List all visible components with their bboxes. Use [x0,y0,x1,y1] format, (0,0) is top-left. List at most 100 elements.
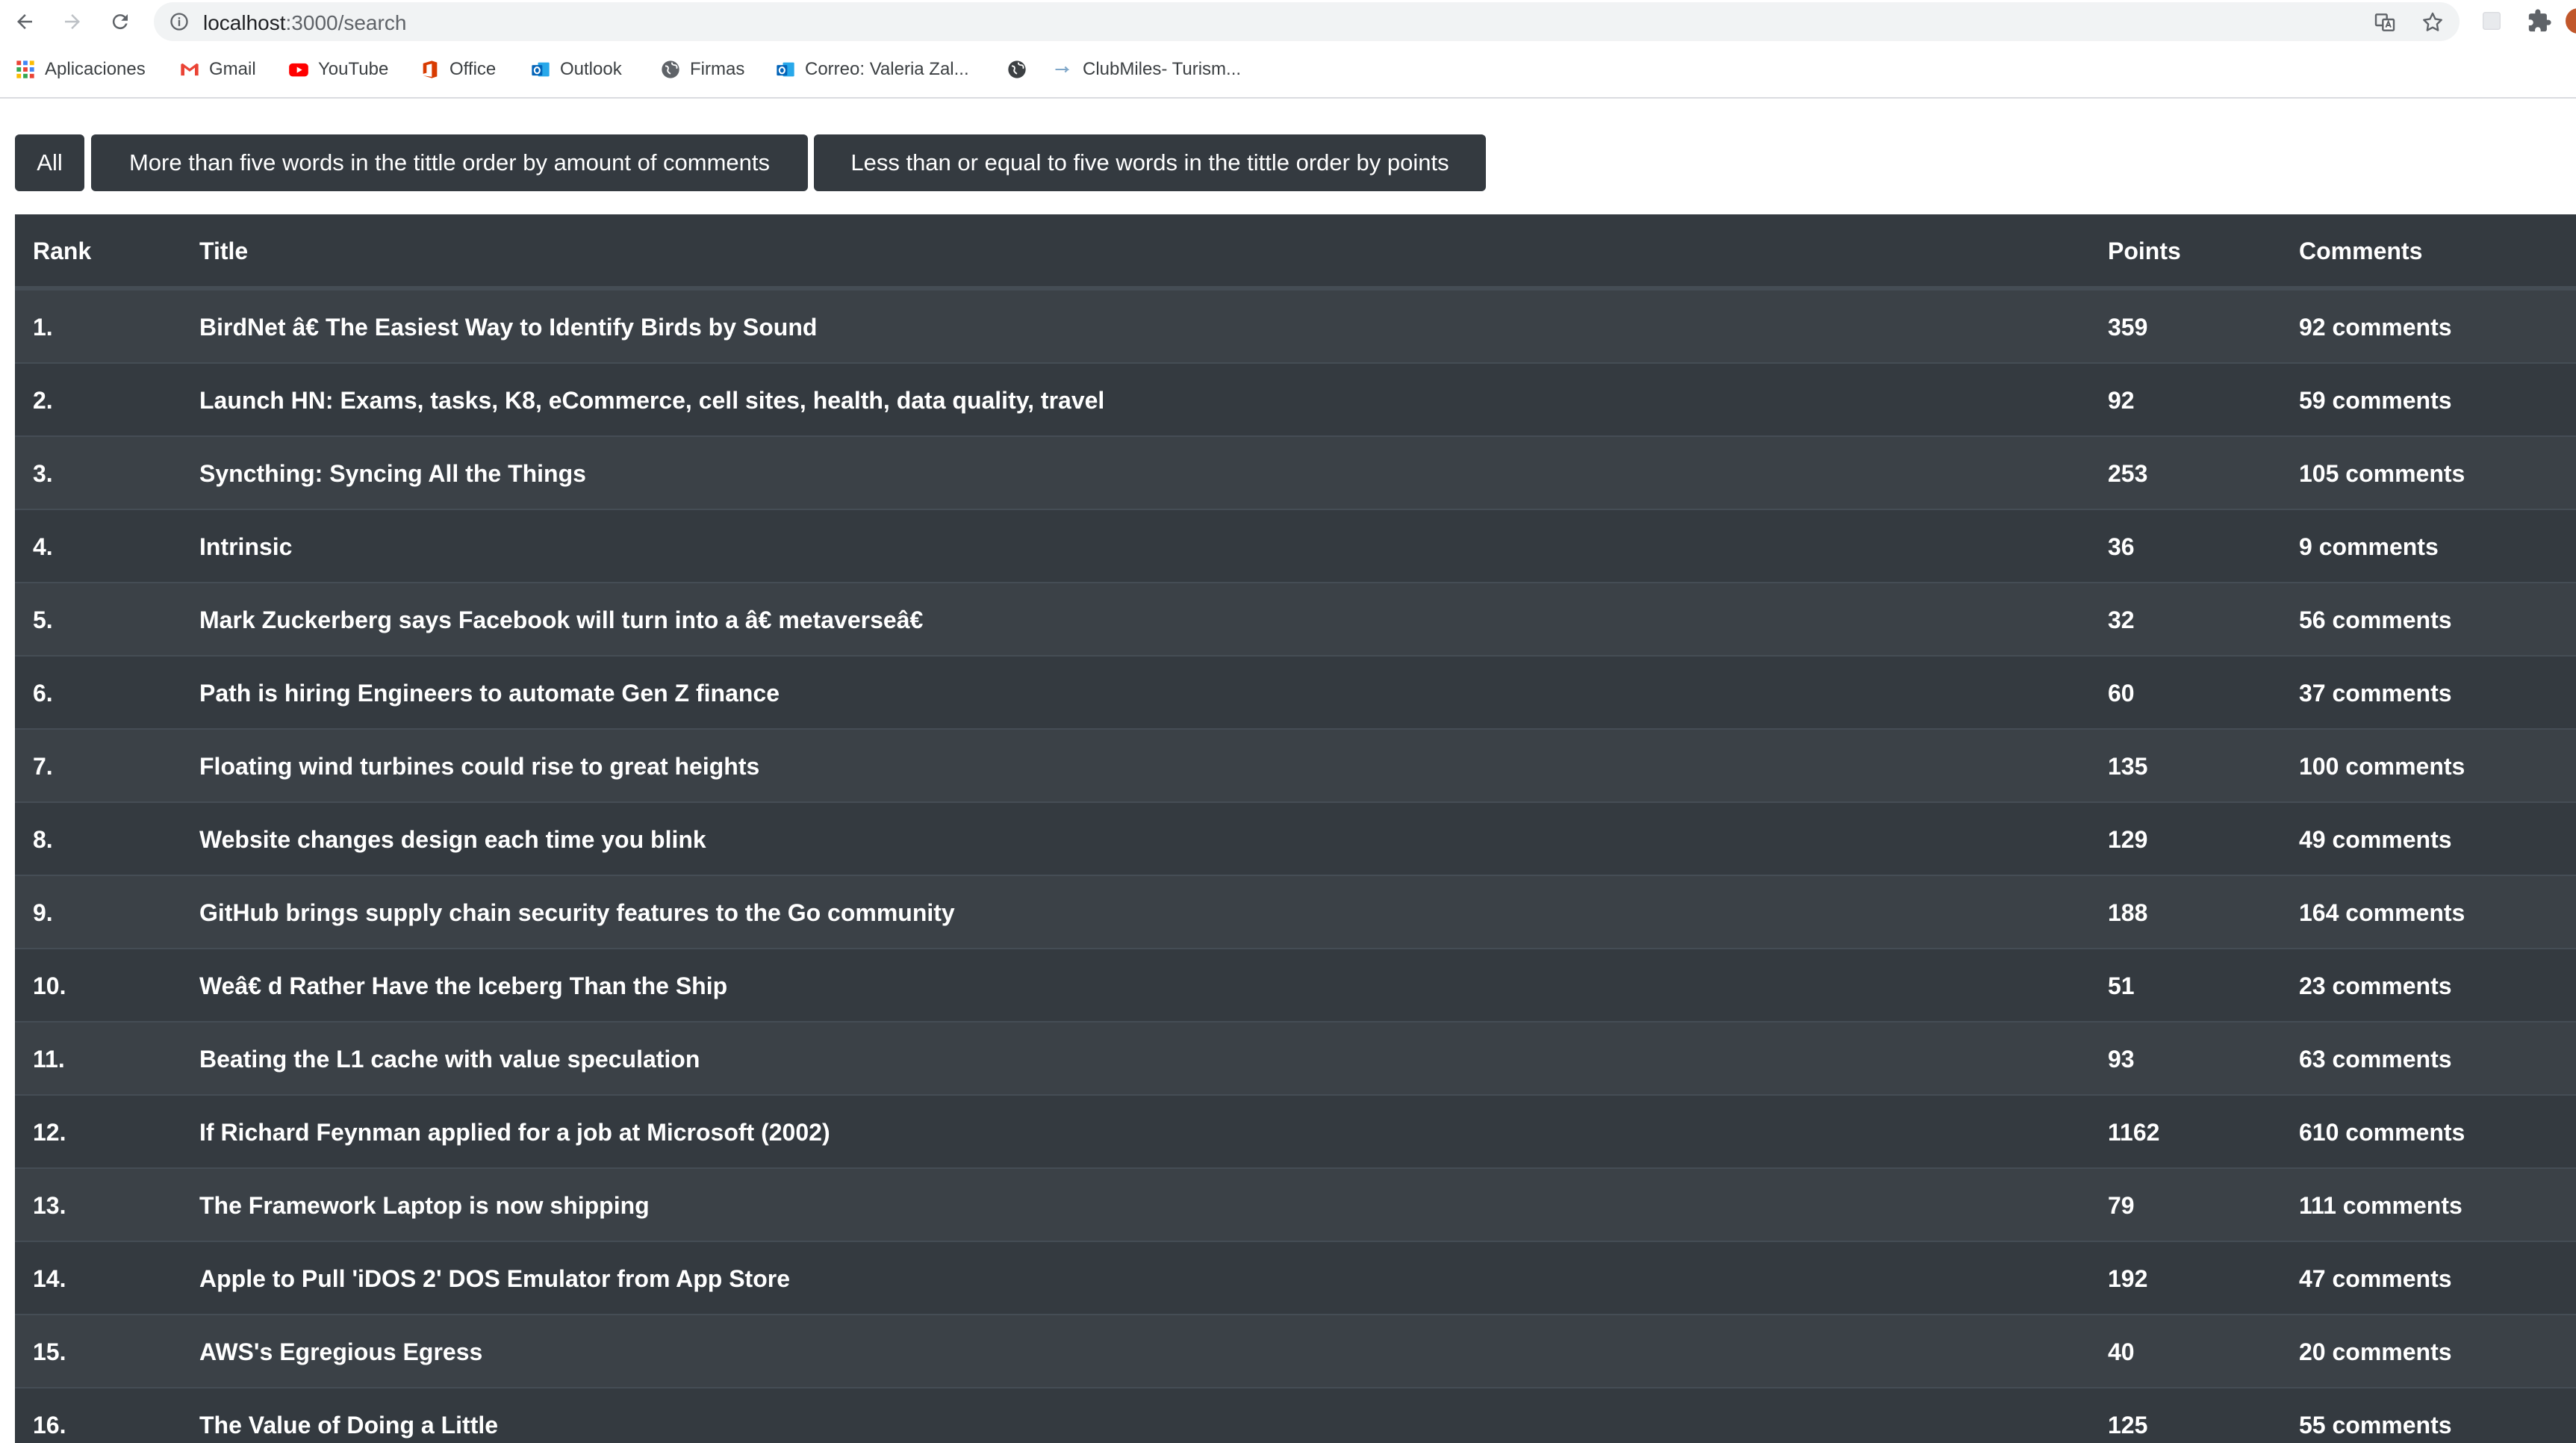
row-points: 135 [2108,753,2148,780]
filter-five-or-less-words-button[interactable]: Less than or equal to five words in the … [814,134,1486,191]
bookmark-star-icon[interactable] [2421,10,2445,34]
bookmark-label: ClubMiles- Turism... [1083,59,1242,79]
row-points: 359 [2108,314,2148,341]
row-title[interactable]: BirdNet â€ The Easiest Way to Identify B… [199,314,817,341]
clubmiles-icon [1055,66,1070,73]
row-title[interactable]: Beating the L1 cache with value speculat… [199,1046,700,1073]
row-points: 253 [2108,460,2148,487]
bookmark-clubmiles[interactable]: ClubMiles- Turism... [1053,57,1241,82]
row-rank: 3. [33,460,53,487]
header-rank[interactable]: Rank [33,238,91,265]
table-row: 12. If Richard Feynman applied for a job … [15,1094,2576,1167]
forward-button[interactable] [55,4,90,39]
table-row: 13. The Framework Laptop is now shipping 7… [15,1167,2576,1241]
info-icon[interactable] [169,11,190,32]
bookmarks-bar: Aplicaciones Gmail YouTube Office Outloo… [0,51,2576,88]
row-title[interactable]: If Richard Feynman applied for a job at … [199,1119,830,1146]
table-row: 8. Website changes design each time you b… [15,801,2576,875]
row-comments[interactable]: 47 comments [2299,1265,2452,1293]
bookmark-correo[interactable]: Correo: Valeria Zal... [775,57,969,82]
header-comments[interactable]: Comments [2299,238,2422,265]
bookmark-label: Aplicaciones [45,59,146,79]
row-points: 32 [2108,606,2135,633]
results-table: Rank Title Points Comments 1. BirdNet â€ … [15,214,2576,1443]
forward-arrow-icon [65,14,80,29]
browser-toolbar: localhost:3000/search [0,0,2576,43]
row-title[interactable]: AWS's Egregious Egress [199,1338,482,1366]
row-title[interactable]: Intrinsic [199,533,292,561]
globe-icon [1008,60,1026,78]
row-comments[interactable]: 20 comments [2299,1338,2452,1366]
row-title[interactable]: Syncthing: Syncing All the Things [199,460,586,488]
row-comments[interactable]: 49 comments [2299,826,2452,854]
row-comments[interactable]: 56 comments [2299,606,2452,634]
row-comments[interactable]: 63 comments [2299,1046,2452,1073]
bookmark-apps[interactable]: Aplicaciones [15,57,146,82]
row-title[interactable]: Weâ€ d Rather Have the Iceberg Than the … [199,972,727,1000]
row-comments[interactable]: 100 comments [2299,753,2465,781]
filter-more-than-five-words-button[interactable]: More than five words in the tittle order… [91,134,808,191]
bookmark-outlook[interactable]: Outlook [530,57,622,82]
table-body: 1. BirdNet â€ The Easiest Way to Identify… [15,289,2576,1443]
table-header: Rank Title Points Comments [15,214,2576,289]
row-rank: 16. [33,1412,66,1439]
bookmark-gmail[interactable]: Gmail [179,57,256,82]
row-comments[interactable]: 111 comments [2299,1192,2463,1220]
header-points[interactable]: Points [2108,238,2181,265]
table-row: 7. Floating wind turbines could rise to g… [15,728,2576,801]
row-points: 192 [2108,1265,2148,1292]
row-title[interactable]: Launch HN: Exams, tasks, K8, eCommerce, … [199,387,1104,415]
row-title[interactable]: Apple to Pull 'iDOS 2' DOS Emulator from… [199,1265,790,1293]
table-row: 6. Path is hiring Engineers to automate G… [15,655,2576,728]
row-comments[interactable]: 164 comments [2299,899,2465,927]
filter-all-button[interactable]: All [15,134,84,191]
reload-button[interactable] [103,4,137,39]
row-title[interactable]: GitHub brings supply chain security feat… [199,899,955,927]
row-points: 1162 [2108,1119,2160,1146]
url-host: localhost [203,11,286,34]
bookmark-office[interactable]: Office [420,57,496,82]
url-path: :3000/search [285,11,407,34]
table-row: 5. Mark Zuckerberg says Facebook will tur… [15,582,2576,655]
row-points: 60 [2108,680,2135,707]
row-title[interactable]: Website changes design each time you bli… [199,826,706,854]
bookmark-label: Gmail [209,59,256,79]
row-title[interactable]: The Value of Doing a Little [199,1412,498,1439]
header-title[interactable]: Title [199,238,248,265]
row-comments[interactable]: 59 comments [2299,387,2452,415]
row-title[interactable]: Mark Zuckerberg says Facebook will turn … [199,606,923,634]
row-points: 129 [2108,826,2148,853]
row-points: 125 [2108,1412,2148,1439]
row-points: 92 [2108,387,2135,414]
row-comments[interactable]: 92 comments [2299,314,2452,341]
address-bar[interactable]: localhost:3000/search [154,2,2460,41]
table-row: 10. Weâ€ d Rather Have the Iceberg Than t… [15,948,2576,1021]
row-comments[interactable]: 9 comments [2299,533,2439,561]
row-title[interactable]: Path is hiring Engineers to automate Gen… [199,680,780,707]
bookmark-firmas[interactable]: Firmas [660,57,744,82]
extensions-puzzle-icon[interactable] [2527,8,2552,34]
row-rank: 8. [33,826,53,853]
row-comments[interactable]: 55 comments [2299,1412,2452,1439]
row-comments[interactable]: 37 comments [2299,680,2452,707]
translate-icon[interactable] [2373,10,2397,34]
gmail-icon [181,63,199,76]
bookmark-globe[interactable] [1007,57,1027,82]
toolbar-divider [0,97,2576,99]
profile-avatar[interactable] [2566,8,2576,34]
row-rank: 4. [33,533,53,560]
back-button[interactable] [7,4,42,39]
globe-icon [662,60,679,78]
row-comments[interactable]: 23 comments [2299,972,2452,1000]
row-comments[interactable]: 105 comments [2299,460,2465,488]
row-title[interactable]: Floating wind turbines could rise to gre… [199,753,759,781]
extension-placeholder-icon[interactable] [2479,8,2504,34]
table-row: 9. GitHub brings supply chain security fe… [15,875,2576,948]
bookmark-youtube[interactable]: YouTube [288,57,388,82]
row-comments[interactable]: 610 comments [2299,1119,2465,1146]
reload-icon [112,14,128,30]
bookmark-label: YouTube [318,59,389,79]
row-title[interactable]: The Framework Laptop is now shipping [199,1192,650,1220]
row-rank: 14. [33,1265,66,1292]
url-text[interactable]: localhost:3000/search [203,11,406,35]
